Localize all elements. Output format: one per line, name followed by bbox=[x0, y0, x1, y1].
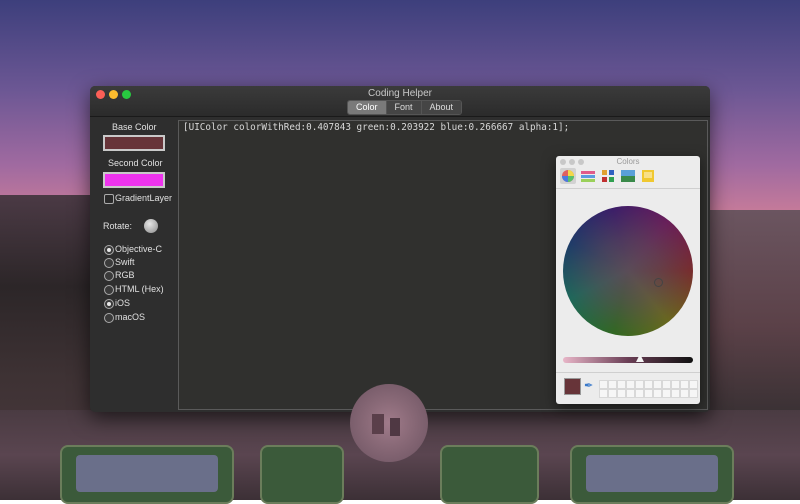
color-well[interactable] bbox=[662, 380, 671, 389]
background-garden bbox=[260, 445, 344, 504]
color-sliders-icon[interactable] bbox=[580, 168, 596, 184]
background-garden bbox=[60, 445, 234, 504]
gradient-layer-checkbox[interactable] bbox=[104, 194, 114, 204]
image-palettes-icon[interactable] bbox=[620, 168, 636, 184]
radio-ios[interactable] bbox=[104, 299, 114, 309]
radio-rgb[interactable] bbox=[104, 271, 114, 281]
color-well[interactable] bbox=[617, 389, 626, 398]
radio-macos[interactable] bbox=[104, 313, 114, 323]
option-html-hex-label: HTML (Hex) bbox=[115, 284, 164, 294]
color-wheel[interactable] bbox=[563, 206, 693, 336]
color-wheel-icon[interactable] bbox=[560, 168, 576, 184]
color-well[interactable] bbox=[671, 380, 680, 389]
background-garden bbox=[570, 445, 734, 504]
color-well[interactable] bbox=[653, 380, 662, 389]
pencils-icon[interactable] bbox=[640, 168, 656, 184]
sidebar: Base Color Second Color GradientLayer Ro… bbox=[90, 116, 176, 412]
color-well[interactable] bbox=[626, 380, 635, 389]
tab-segmented-control: Color Font About bbox=[347, 100, 463, 115]
option-swift-label: Swift bbox=[115, 257, 135, 267]
gradient-layer-label: GradientLayer bbox=[115, 193, 173, 203]
color-well[interactable] bbox=[599, 389, 608, 398]
color-palettes-icon[interactable] bbox=[600, 168, 616, 184]
rotate-knob[interactable] bbox=[144, 219, 158, 233]
radio-swift[interactable] bbox=[104, 258, 114, 268]
color-well[interactable] bbox=[608, 389, 617, 398]
eyedropper-icon[interactable]: ✒ bbox=[584, 379, 593, 392]
color-well[interactable] bbox=[689, 380, 698, 389]
colors-divider-bottom bbox=[556, 372, 700, 373]
color-well[interactable] bbox=[626, 389, 635, 398]
second-color-well[interactable] bbox=[103, 172, 165, 188]
background-garden bbox=[440, 445, 539, 504]
radio-html-hex[interactable] bbox=[104, 285, 114, 295]
window-title: Coding Helper bbox=[368, 88, 432, 99]
brightness-slider-thumb[interactable] bbox=[636, 354, 644, 362]
colors-panel: Colors ✒ bbox=[556, 156, 700, 404]
second-color-label: Second Color bbox=[108, 158, 163, 168]
code-output-text: [UIColor colorWithRed:0.407843 green:0.2… bbox=[183, 122, 570, 133]
color-well[interactable] bbox=[635, 389, 644, 398]
color-well[interactable] bbox=[680, 389, 689, 398]
tab-font[interactable]: Font bbox=[385, 101, 421, 114]
color-well[interactable] bbox=[617, 380, 626, 389]
title-bar: Coding Helper Color Font About bbox=[90, 86, 710, 117]
base-color-label: Base Color bbox=[112, 122, 157, 132]
brightness-slider[interactable] bbox=[563, 357, 693, 363]
color-well[interactable] bbox=[635, 380, 644, 389]
current-color-swatch[interactable] bbox=[564, 378, 581, 395]
tab-color[interactable]: Color bbox=[348, 101, 386, 114]
colors-divider bbox=[556, 188, 700, 189]
colors-panel-title: Colors bbox=[616, 157, 640, 166]
color-well[interactable] bbox=[662, 389, 671, 398]
color-well[interactable] bbox=[599, 380, 608, 389]
base-color-well[interactable] bbox=[103, 135, 165, 151]
color-well[interactable] bbox=[671, 389, 680, 398]
tab-about[interactable]: About bbox=[420, 101, 462, 114]
option-objective-c-label: Objective-C bbox=[115, 244, 163, 254]
color-well[interactable] bbox=[608, 380, 617, 389]
color-well[interactable] bbox=[644, 380, 653, 389]
option-rgb-label: RGB bbox=[115, 270, 135, 280]
option-macos-label: macOS bbox=[115, 312, 146, 322]
color-well[interactable] bbox=[653, 389, 662, 398]
color-well[interactable] bbox=[680, 380, 689, 389]
color-well[interactable] bbox=[689, 389, 698, 398]
radio-objective-c[interactable] bbox=[104, 245, 114, 255]
color-well[interactable] bbox=[644, 389, 653, 398]
blurred-avatar bbox=[350, 384, 428, 462]
rotate-label: Rotate: bbox=[103, 221, 133, 231]
color-wheel-picker[interactable] bbox=[654, 278, 663, 287]
option-ios-label: iOS bbox=[115, 298, 131, 308]
